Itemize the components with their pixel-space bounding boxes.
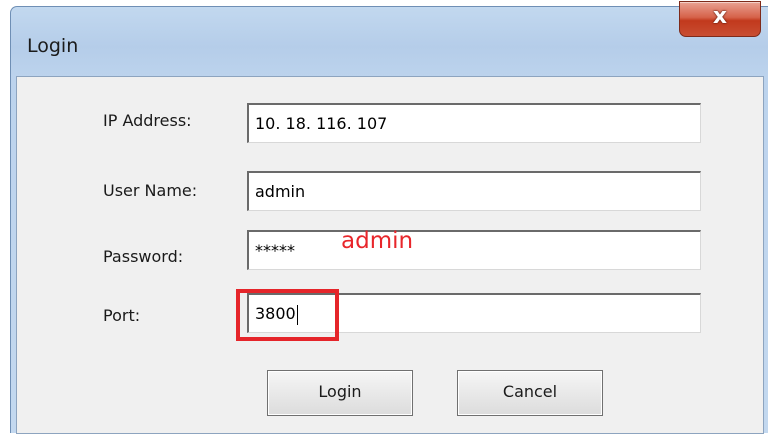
user-name-value: admin xyxy=(255,182,306,201)
password-field[interactable]: ***** xyxy=(247,230,701,270)
login-dialog: Login x IP Address: 10. 18. 116. 107 Use… xyxy=(10,1,768,434)
ip-address-value: 10. 18. 116. 107 xyxy=(255,114,388,133)
close-icon: x xyxy=(712,4,728,29)
password-value: ***** xyxy=(255,241,295,260)
port-highlight-box xyxy=(236,289,339,341)
ip-address-field[interactable]: 10. 18. 116. 107 xyxy=(247,103,701,143)
dialog-title: Login xyxy=(27,35,79,57)
login-button[interactable]: Login xyxy=(267,370,413,416)
cancel-button[interactable]: Cancel xyxy=(457,370,603,416)
port-label: Port: xyxy=(103,306,141,325)
password-label: Password: xyxy=(103,247,184,266)
close-button[interactable]: x xyxy=(679,1,761,37)
user-name-field[interactable]: admin xyxy=(247,171,701,211)
password-hint-annotation: admin xyxy=(341,228,414,254)
title-bar[interactable]: Login x xyxy=(11,1,768,77)
dialog-body: IP Address: 10. 18. 116. 107 User Name: … xyxy=(16,76,764,434)
user-name-label: User Name: xyxy=(103,181,198,200)
ip-address-label: IP Address: xyxy=(103,111,192,130)
